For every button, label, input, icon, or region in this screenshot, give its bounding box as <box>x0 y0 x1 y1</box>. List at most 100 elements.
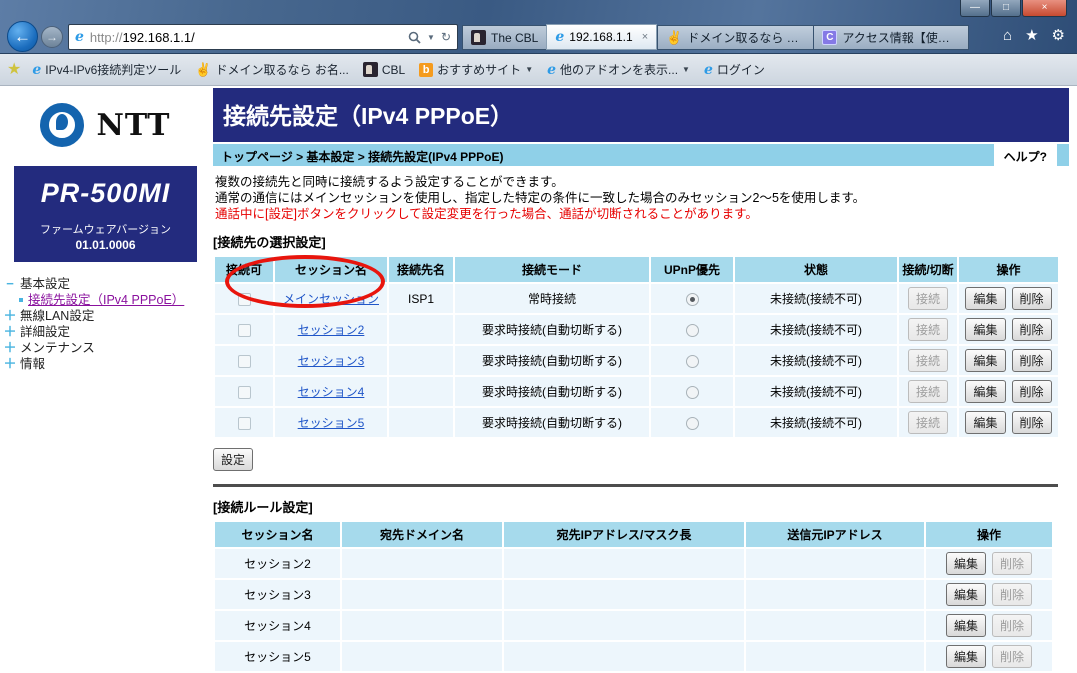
home-icon[interactable]: ⌂ <box>1003 28 1012 43</box>
search-icon[interactable] <box>408 31 421 44</box>
connect-button[interactable]: 接続 <box>908 349 948 372</box>
add-favorite-star-icon[interactable]: ★ <box>7 62 21 78</box>
connect-button[interactable]: 接続 <box>908 318 948 341</box>
favorite-label: ログイン <box>717 61 765 78</box>
isp-name <box>389 408 453 437</box>
cbl-favicon <box>363 62 378 77</box>
favorite-item-login[interactable]: e ログイン <box>699 59 770 80</box>
sidebar-item-wireless-lan[interactable]: ＋ 無線LAN設定 <box>3 308 211 324</box>
isp-name <box>389 346 453 375</box>
search-options-caret-icon[interactable]: ▼ <box>427 33 435 42</box>
collapse-minus-icon[interactable]: − <box>3 276 17 292</box>
model-name: PR-500MI <box>18 178 193 209</box>
column-header: 宛先IPアドレス/マスク長 <box>504 522 744 547</box>
column-header: 状態 <box>735 257 897 282</box>
sidebar: NTT PR-500MI ファームウェアバージョン 01.01.0006 − 基… <box>0 86 211 611</box>
tab-router-active[interactable]: e 192.168.1.1 × <box>546 24 657 50</box>
window-maximize-button[interactable]: □ <box>991 0 1021 17</box>
table-row: セッション5 編集削除 <box>215 642 1052 671</box>
edit-button[interactable]: 編集 <box>965 380 1005 403</box>
connect-enable-checkbox[interactable] <box>238 324 251 337</box>
connect-button[interactable]: 接続 <box>908 411 948 434</box>
sidebar-link-label[interactable]: 接続先設定（IPv4 PPPoE） <box>28 292 184 308</box>
favorites-icon[interactable]: ★ <box>1025 28 1038 43</box>
upnp-priority-radio[interactable] <box>686 417 699 430</box>
edit-button[interactable]: 編集 <box>965 318 1005 341</box>
delete-button[interactable]: 削除 <box>1012 349 1052 372</box>
breadcrumb-text: トップページ > 基本設定 > 接続先設定(IPv4 PPPoE) <box>221 150 503 164</box>
tab-close-icon[interactable]: × <box>642 31 648 43</box>
sidebar-item-maintenance[interactable]: ＋ メンテナンス <box>3 340 211 356</box>
connect-enable-checkbox[interactable] <box>238 386 251 399</box>
session-link-3[interactable]: セッション3 <box>298 354 365 368</box>
connect-enable-checkbox[interactable] <box>238 417 251 430</box>
chevron-down-icon[interactable]: ▼ <box>525 65 533 74</box>
edit-button[interactable]: 編集 <box>965 287 1005 310</box>
delete-button[interactable]: 削除 <box>992 645 1032 668</box>
edit-button[interactable]: 編集 <box>965 349 1005 372</box>
upnp-priority-radio[interactable] <box>686 355 699 368</box>
session-link-5[interactable]: セッション5 <box>298 416 365 430</box>
favorite-item-more-addons[interactable]: e 他のアドオンを表示... ▼ <box>542 59 695 80</box>
url-host: 192.168.1.1/ <box>122 30 194 45</box>
favorite-item-cbl[interactable]: CBL <box>358 60 410 79</box>
session-link-4[interactable]: セッション4 <box>298 385 365 399</box>
sidebar-item-advanced-settings[interactable]: ＋ 詳細設定 <box>3 324 211 340</box>
favorite-item-ipv4-ipv6[interactable]: e IPv4-IPv6接続判定ツール <box>27 59 186 80</box>
session-link-2[interactable]: セッション2 <box>298 323 365 337</box>
connect-button[interactable]: 接続 <box>908 287 948 310</box>
delete-button[interactable]: 削除 <box>1012 287 1052 310</box>
connection-mode: 要求時接続(自動切断する) <box>455 315 649 344</box>
sidebar-item-label: 情報 <box>20 356 45 372</box>
favorite-label: ドメイン取るなら お名... <box>215 61 348 78</box>
status-text: 未接続(接続不可) <box>735 315 897 344</box>
browser-forward-button[interactable]: → <box>41 26 63 48</box>
apply-settings-button[interactable]: 設定 <box>213 448 253 471</box>
tab-access-info[interactable]: C アクセス情報【使用中... <box>813 25 969 50</box>
expand-plus-icon[interactable]: ＋ <box>3 324 17 340</box>
chevron-down-icon[interactable]: ▼ <box>682 65 690 74</box>
refresh-icon[interactable]: ↻ <box>441 30 451 44</box>
sidebar-item-information[interactable]: ＋ 情報 <box>3 356 211 372</box>
favorite-item-domain[interactable]: ✌ ドメイン取るなら お名... <box>190 59 354 80</box>
delete-button[interactable]: 削除 <box>992 583 1032 606</box>
edit-button[interactable]: 編集 <box>965 411 1005 434</box>
delete-button[interactable]: 削除 <box>1012 411 1052 434</box>
url-text[interactable]: http://192.168.1.1/ <box>90 30 195 45</box>
sidebar-item-pppoe-settings[interactable]: 接続先設定（IPv4 PPPoE） <box>3 292 211 308</box>
browser-back-button[interactable]: ← <box>7 21 38 52</box>
edit-button[interactable]: 編集 <box>946 645 986 668</box>
upnp-priority-radio[interactable] <box>686 324 699 337</box>
upnp-priority-radio[interactable] <box>686 293 699 306</box>
connect-enable-checkbox[interactable] <box>238 293 251 306</box>
expand-plus-icon[interactable]: ＋ <box>3 340 17 356</box>
delete-button[interactable]: 削除 <box>1012 380 1052 403</box>
upnp-priority-radio[interactable] <box>686 386 699 399</box>
delete-button[interactable]: 削除 <box>992 614 1032 637</box>
help-link[interactable]: ヘルプ? <box>994 144 1057 166</box>
session-name: セッション5 <box>215 642 340 671</box>
expand-plus-icon[interactable]: ＋ <box>3 356 17 372</box>
expand-plus-icon[interactable]: ＋ <box>3 308 17 324</box>
sidebar-item-basic-settings[interactable]: − 基本設定 <box>3 276 211 292</box>
gear-icon[interactable]: ⚙ <box>1052 28 1065 43</box>
favorite-label: IPv4-IPv6接続判定ツール <box>45 61 181 78</box>
ntt-logo-text: NTT <box>96 108 170 143</box>
edit-button[interactable]: 編集 <box>946 552 986 575</box>
delete-button[interactable]: 削除 <box>992 552 1032 575</box>
window-close-button[interactable]: × <box>1022 0 1067 17</box>
favorite-item-suggested-sites[interactable]: b おすすめサイト ▼ <box>414 59 538 80</box>
tab-the-cbl[interactable]: The CBL <box>462 25 546 50</box>
dest-domain <box>342 611 502 640</box>
session-link-main[interactable]: メインセッション <box>283 292 379 306</box>
edit-button[interactable]: 編集 <box>946 614 986 637</box>
connect-enable-checkbox[interactable] <box>238 355 251 368</box>
session-name: セッション4 <box>215 611 340 640</box>
edit-button[interactable]: 編集 <box>946 583 986 606</box>
window-minimize-button[interactable]: — <box>960 0 990 17</box>
ie-favicon: e <box>704 63 713 77</box>
tab-domain[interactable]: ✌ ドメイン取るなら お名... <box>657 25 813 50</box>
connect-button[interactable]: 接続 <box>908 380 948 403</box>
address-bar[interactable]: e http://192.168.1.1/ ▼ ↻ <box>68 24 458 50</box>
delete-button[interactable]: 削除 <box>1012 318 1052 341</box>
